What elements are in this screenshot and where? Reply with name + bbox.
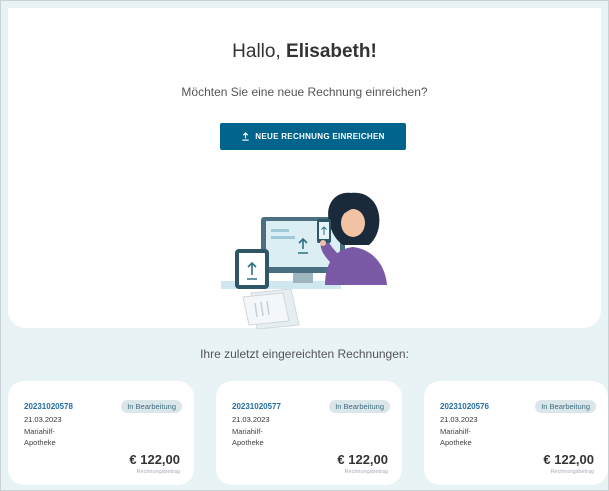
invoice-amount-label: Rechnungsbetrag — [344, 469, 388, 475]
invoice-number[interactable]: 20231020577 — [232, 402, 281, 411]
greeting-prefix: Hallo, — [232, 41, 281, 62]
invoice-number[interactable]: 20231020578 — [24, 402, 73, 411]
pharmacy-name-line2: Apotheke — [440, 438, 472, 447]
greeting-name: Elisabeth! — [286, 41, 377, 62]
invoice-date: 21.03.2023 — [24, 415, 62, 424]
hero-subtitle: Möchten Sie eine neue Rechnung einreiche… — [181, 85, 428, 99]
invoice-date: 21.03.2023 — [232, 415, 270, 424]
invoice-date: 21.03.2023 — [440, 415, 478, 424]
invoice-card[interactable]: 20231020576 In Bearbeitung 21.03.2023 Ma… — [424, 381, 608, 485]
invoice-number[interactable]: 20231020576 — [440, 402, 489, 411]
pharmacy-name-line1: Mariahilf- — [232, 427, 263, 436]
invoice-amount: € 122,00 — [129, 452, 180, 467]
status-badge: In Bearbeitung — [535, 400, 596, 413]
invoice-card[interactable]: 20231020578 In Bearbeitung 21.03.2023 Ma… — [8, 381, 194, 485]
upload-illustration — [221, 192, 387, 330]
recent-invoices-title: Ihre zuletzt eingereichten Rechnungen: — [200, 347, 409, 361]
hero-panel: Hallo, Elisabeth! Möchten Sie eine neue … — [8, 8, 601, 330]
invoice-amount-label: Rechnungsbetrag — [550, 469, 594, 475]
status-badge: In Bearbeitung — [121, 400, 182, 413]
invoice-amount: € 122,00 — [337, 452, 388, 467]
page-title: Hallo, Elisabeth! — [8, 41, 601, 63]
pharmacy-name-line2: Apotheke — [24, 438, 56, 447]
invoice-amount-label: Rechnungsbetrag — [136, 469, 180, 475]
pharmacy-name-line1: Mariahilf- — [24, 427, 55, 436]
status-badge: In Bearbeitung — [329, 400, 390, 413]
submit-invoice-button[interactable]: NEUE RECHNUNG EINREICHEN — [220, 123, 406, 150]
invoice-card[interactable]: 20231020577 In Bearbeitung 21.03.2023 Ma… — [216, 381, 402, 485]
invoice-amount: € 122,00 — [543, 452, 594, 467]
submit-invoice-label: NEUE RECHNUNG EINREICHEN — [255, 132, 385, 141]
pharmacy-name-line1: Mariahilf- — [440, 427, 471, 436]
upload-icon — [241, 132, 250, 141]
pharmacy-name-line2: Apotheke — [232, 438, 264, 447]
